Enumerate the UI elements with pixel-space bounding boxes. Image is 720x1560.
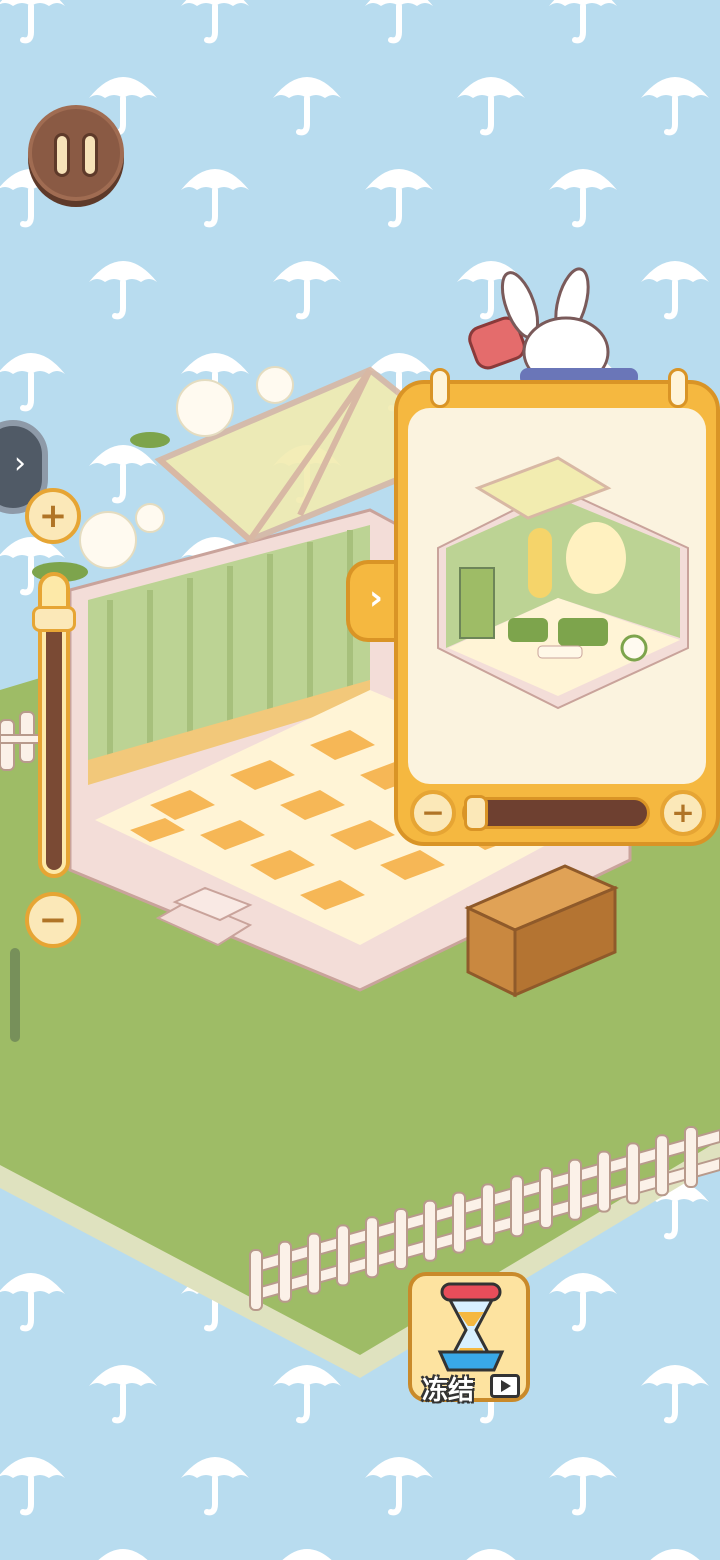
minus-icon: − [421, 796, 445, 829]
freeze-powerup-button[interactable]: 冻结 [408, 1272, 530, 1406]
zoom-in-button[interactable]: + [25, 488, 81, 544]
zoom-slider-fill [46, 609, 62, 870]
preview-zoom-slider[interactable] [462, 797, 650, 829]
pause-icon [54, 133, 70, 177]
preview-zoom-in-button[interactable]: + [660, 790, 706, 836]
preview-zoom-handle[interactable] [463, 795, 488, 831]
room-preview-card [394, 380, 720, 846]
zoom-slider-handle[interactable] [32, 606, 76, 632]
card-clip [430, 368, 450, 408]
room-preview-image [408, 408, 706, 784]
scroll-indicator [10, 948, 20, 1042]
video-ad-icon [490, 1374, 520, 1398]
bunny-painter [468, 267, 638, 388]
hourglass-icon [437, 1282, 505, 1372]
plus-icon: + [38, 496, 68, 536]
preview-zoom-out-button[interactable]: − [410, 790, 456, 836]
pause-button[interactable] [28, 105, 124, 201]
card-clip [668, 368, 688, 408]
pause-icon-bar [82, 133, 98, 177]
minus-icon: − [38, 900, 68, 940]
plus-icon: + [671, 796, 695, 829]
freeze-label: 冻结 [422, 1376, 475, 1406]
chevron-right-icon: › [14, 446, 26, 481]
zoom-out-button[interactable]: − [25, 892, 81, 948]
